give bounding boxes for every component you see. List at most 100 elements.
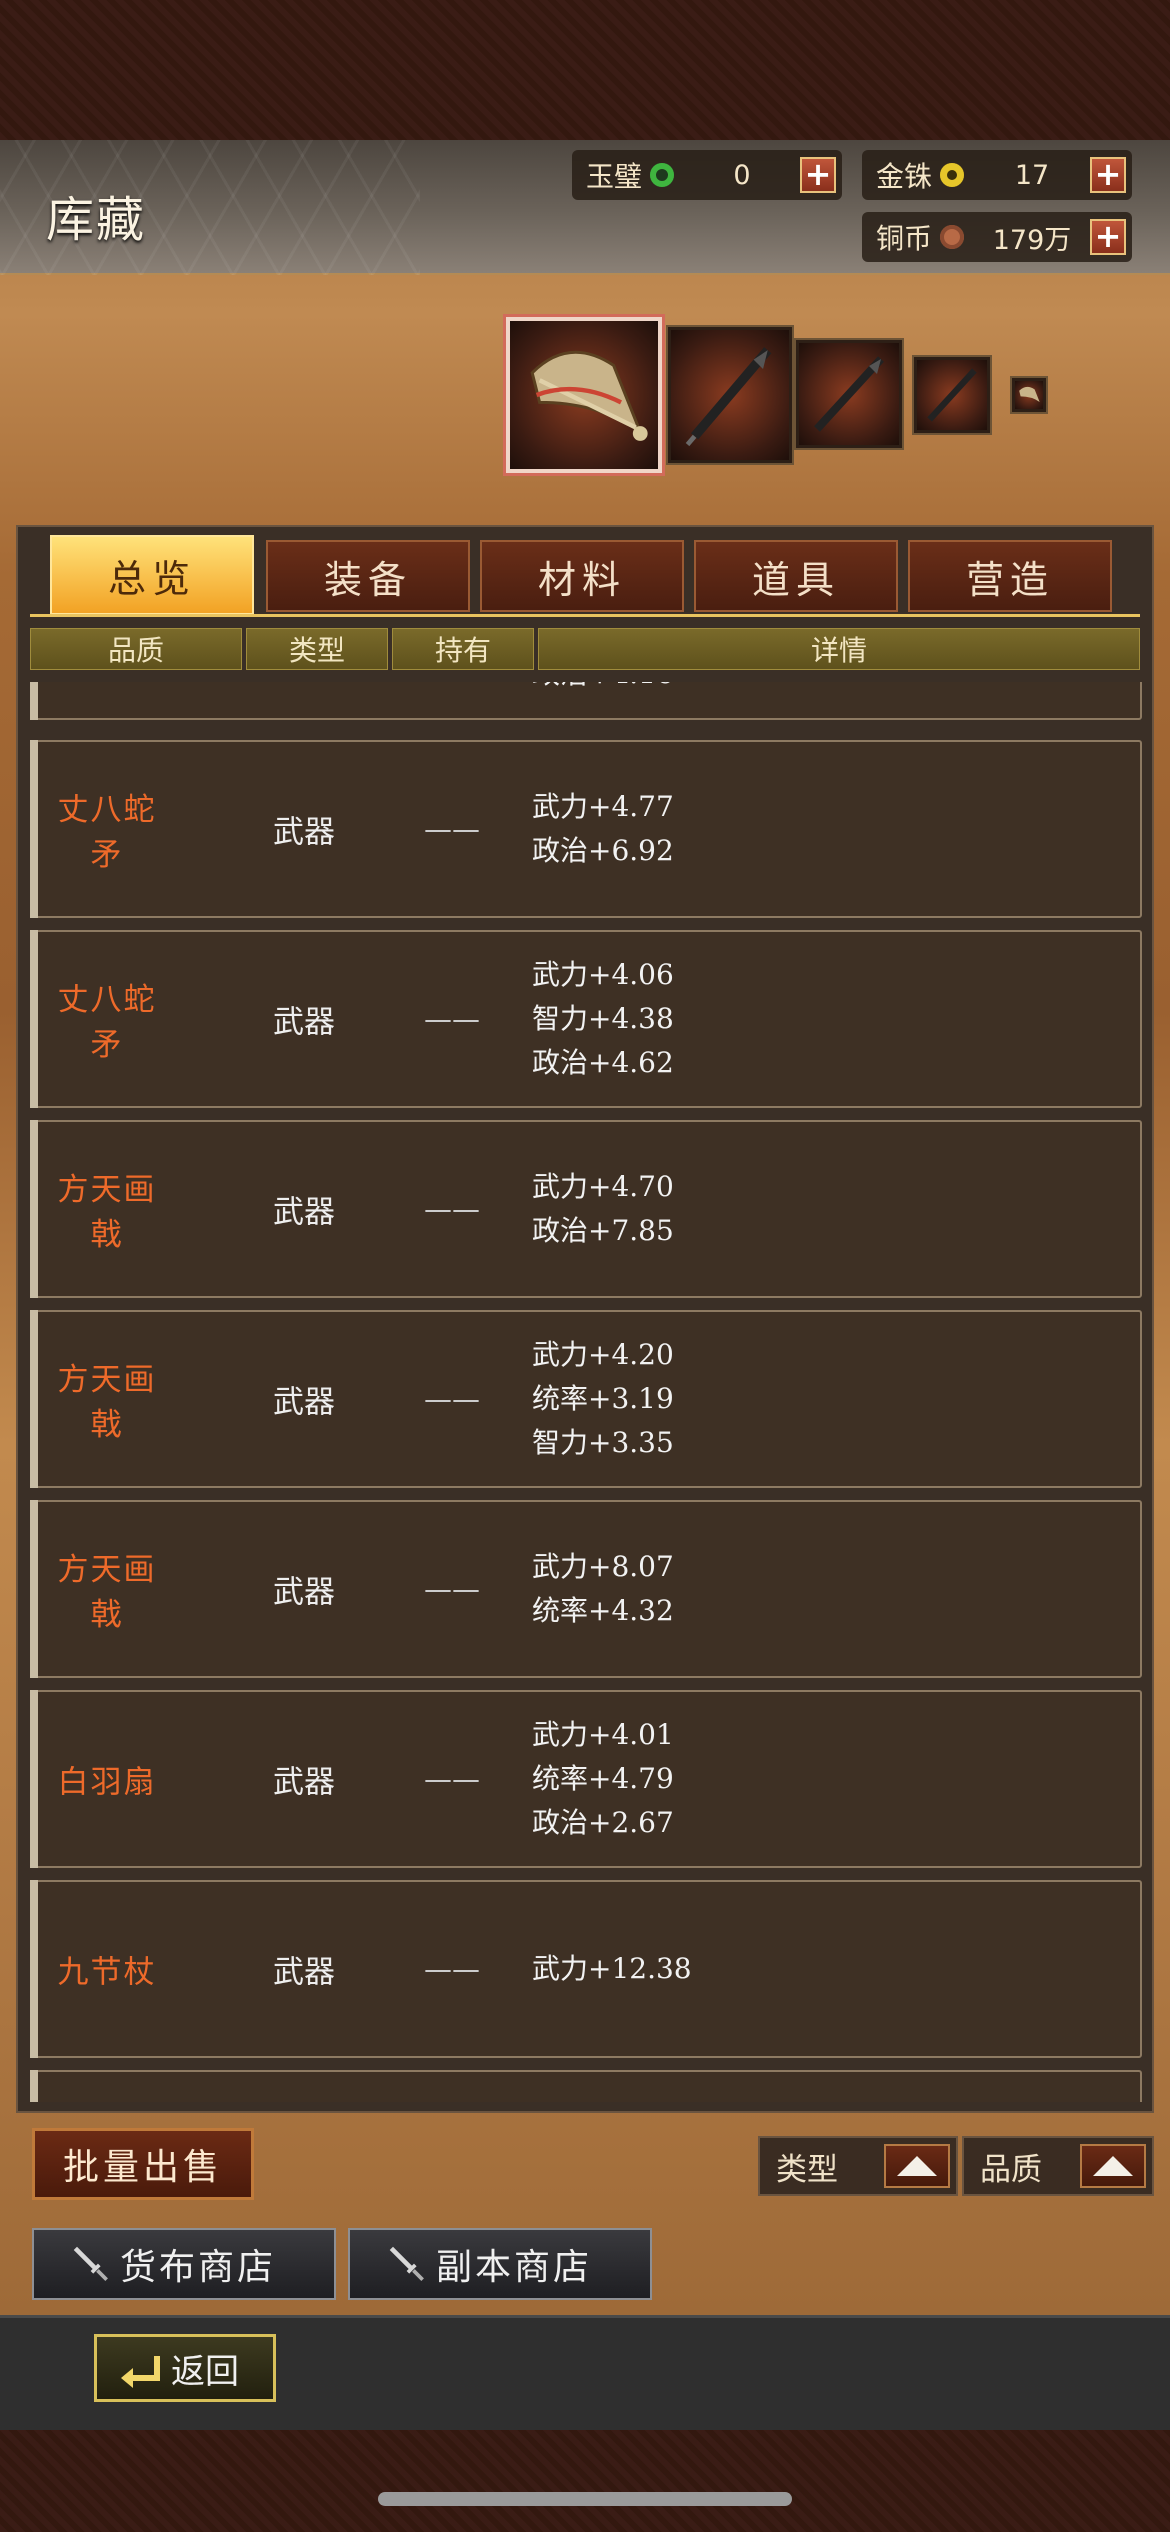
item-type: 武器 [273, 1384, 335, 1421]
item-details: 武力+4.01 统率+4.79 政治+2.67 [532, 1713, 674, 1845]
currency-value: 17 [1014, 159, 1050, 191]
currency-value: 0 [733, 159, 751, 191]
column-header-details[interactable]: 详情 [538, 628, 1140, 670]
table-row[interactable]: 方天画戟 武器 —— 武力+4.20 统率+3.19 智力+3.35 [30, 1310, 1142, 1488]
back-label: 返回 [171, 2351, 239, 2392]
sort-by-type[interactable]: 类型 [758, 2136, 958, 2196]
add-copper-button[interactable]: + [1090, 219, 1126, 255]
table-row[interactable]: 政治+4.16 [30, 682, 1142, 720]
item-name: 丈八蛇矛 [57, 982, 157, 1063]
top-decorative-band [0, 0, 1170, 140]
stat-line: 武力+12.38 [532, 1952, 692, 1985]
item-type: 武器 [273, 1004, 335, 1041]
page-title: 库藏 [46, 192, 147, 248]
tab-props[interactable]: 道具 [694, 540, 898, 612]
table-row[interactable]: 九节杖 武器 —— 武力+12.38 [30, 1880, 1142, 2058]
currency-gold: 金铢 17 + [862, 150, 1132, 200]
stat-line: 统率+4.32 [532, 1594, 674, 1627]
currency-shop-button[interactable]: 货布商店 [32, 2228, 336, 2300]
sword-icon [389, 2246, 424, 2281]
currency-jade: 玉璧 0 + [572, 150, 842, 200]
spear-weapon-icon [814, 356, 884, 432]
table-row[interactable] [30, 2070, 1142, 2102]
item-details: 武力+4.70 政治+7.85 [532, 1165, 674, 1253]
arrow-up-icon [1093, 2156, 1133, 2176]
spear-weapon-icon [685, 347, 772, 447]
item-name: 白羽扇 [57, 1764, 157, 1801]
stat-line: 政治+2.67 [532, 1806, 674, 1839]
batch-sell-button[interactable]: 批量出售 [32, 2128, 254, 2200]
column-header-held[interactable]: 持有 [392, 628, 534, 670]
item-thumbnail[interactable] [1012, 378, 1046, 412]
stat-line: 智力+3.35 [532, 1426, 674, 1459]
column-header-type[interactable]: 类型 [246, 628, 388, 670]
item-details: 武力+4.06 智力+4.38 政治+4.62 [532, 953, 674, 1085]
sort-type-toggle[interactable] [884, 2144, 950, 2188]
item-name: 方天画戟 [57, 1172, 157, 1253]
gold-coin-icon [940, 163, 964, 187]
stat-line: 武力+4.20 [532, 1338, 674, 1371]
stat-line: 政治+4.62 [532, 1046, 674, 1079]
currency-copper: 铜币 179万 + [862, 212, 1132, 262]
add-jade-button[interactable]: + [800, 157, 836, 193]
tab-construction[interactable]: 营造 [908, 540, 1112, 612]
table-row[interactable]: 丈八蛇矛 武器 —— 武力+4.06 智力+4.38 政治+4.62 [30, 930, 1142, 1108]
stat-line: 政治+4.16 [532, 682, 674, 696]
bottom-decorative-band [0, 2430, 1170, 2532]
table-row[interactable]: 方天画戟 武器 —— 武力+4.70 政治+7.85 [30, 1120, 1142, 1298]
fan-weapon-icon [1019, 386, 1040, 402]
currency-label: 铜币 [876, 222, 933, 255]
item-list[interactable]: 政治+4.16 丈八蛇矛武器——武力+4.77政治+6.92丈八蛇矛武器——武力… [30, 682, 1142, 2102]
fan-weapon-icon [530, 350, 648, 441]
item-thumbnail[interactable] [914, 357, 990, 433]
table-row[interactable]: 方天画戟 武器 —— 武力+8.07 统率+4.32 [30, 1500, 1142, 1678]
sort-by-quality[interactable]: 品质 [962, 2136, 1154, 2196]
stat-line: 统率+3.19 [532, 1382, 674, 1415]
item-thumbnail-selected[interactable] [506, 317, 662, 473]
item-thumbnail[interactable] [668, 327, 792, 463]
item-name: 方天画戟 [57, 1362, 157, 1443]
home-indicator[interactable] [378, 2492, 792, 2506]
stat-line: 统率+4.79 [532, 1762, 674, 1795]
stat-line: 武力+4.70 [532, 1170, 674, 1203]
tab-divider [30, 614, 1140, 617]
table-row[interactable]: 白羽扇 武器 —— 武力+4.01 统率+4.79 政治+2.67 [30, 1690, 1142, 1868]
item-held: —— [424, 812, 480, 846]
add-gold-button[interactable]: + [1090, 157, 1126, 193]
currency-label: 玉璧 [586, 160, 643, 193]
sword-icon [73, 2246, 108, 2281]
item-details: 武力+4.77 政治+6.92 [532, 785, 674, 873]
spear-weapon-icon [927, 368, 977, 422]
dungeon-shop-button[interactable]: 副本商店 [348, 2228, 652, 2300]
stat-line: 政治+7.85 [532, 1214, 674, 1247]
item-details: 武力+8.07 统率+4.32 [532, 1545, 674, 1633]
item-type: 武器 [273, 814, 335, 851]
sort-type-label: 类型 [776, 2151, 838, 2188]
item-held: —— [424, 1382, 480, 1416]
item-type: 武器 [273, 1194, 335, 1231]
stat-line: 武力+8.07 [532, 1550, 674, 1583]
return-arrow-icon [121, 2356, 160, 2388]
stat-line: 武力+4.06 [532, 958, 674, 991]
sort-quality-label: 品质 [980, 2151, 1042, 2188]
column-header-quality[interactable]: 品质 [30, 628, 242, 670]
currency-value: 179万 [992, 224, 1072, 256]
back-button[interactable]: 返回 [94, 2334, 276, 2402]
stat-line: 武力+4.77 [532, 790, 674, 823]
row-details: 政治+4.16 [532, 682, 674, 696]
stat-line: 政治+6.92 [532, 834, 674, 867]
table-row[interactable]: 丈八蛇矛 武器 —— 武力+4.77 政治+6.92 [30, 740, 1142, 918]
currency-label: 金铢 [876, 160, 933, 193]
tab-materials[interactable]: 材料 [480, 540, 684, 612]
sort-quality-toggle[interactable] [1080, 2144, 1146, 2188]
item-type: 武器 [273, 1764, 335, 1801]
item-thumbnail[interactable] [796, 340, 902, 448]
item-details: 武力+12.38 [532, 1947, 692, 1991]
jade-coin-icon [650, 163, 674, 187]
tab-equipment[interactable]: 装备 [266, 540, 470, 612]
item-type: 武器 [273, 1954, 335, 1991]
item-held: —— [424, 1572, 480, 1606]
tab-overview[interactable]: 总览 [50, 535, 254, 615]
dungeon-shop-label: 副本商店 [436, 2247, 593, 2288]
item-held: —— [424, 1762, 480, 1796]
